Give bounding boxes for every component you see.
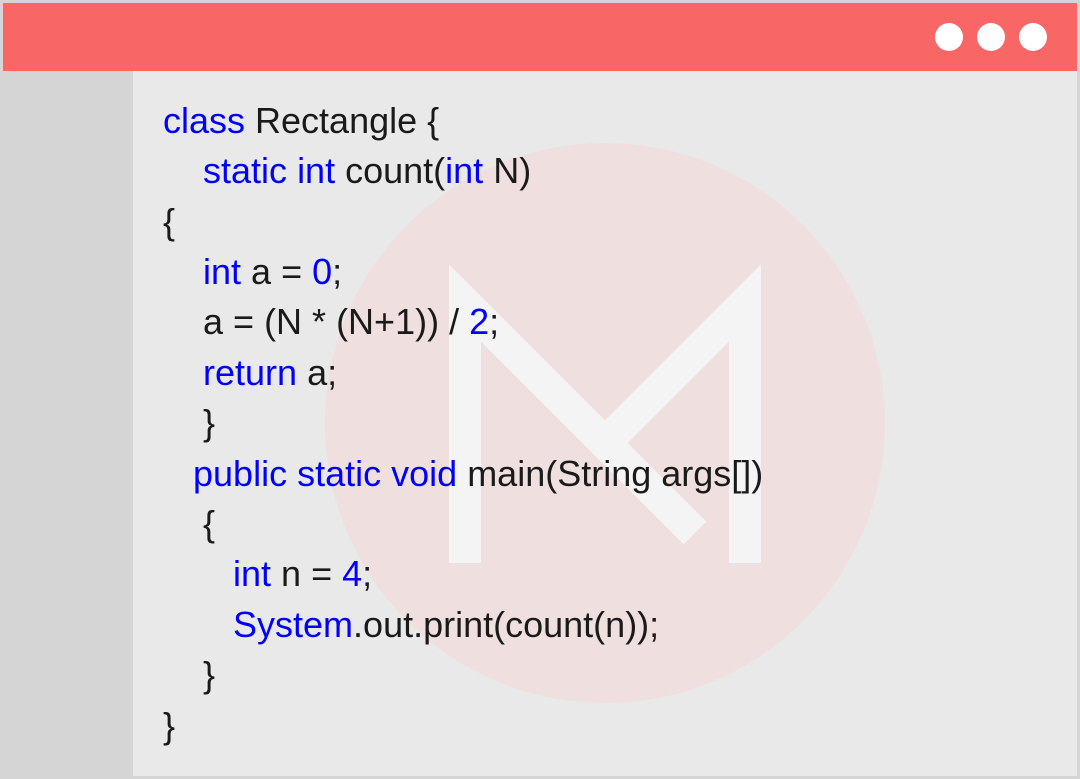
code-content: class Rectangle { static int count(int N… <box>163 96 1047 751</box>
code-line: int n = 4; <box>163 549 1047 599</box>
code-window: class Rectangle { static int count(int N… <box>0 0 1080 779</box>
window-control-min[interactable] <box>935 23 963 51</box>
editor-body: class Rectangle { static int count(int N… <box>3 71 1077 776</box>
code-line: } <box>163 650 1047 700</box>
code-line: System.out.print(count(n)); <box>163 600 1047 650</box>
code-line: { <box>163 197 1047 247</box>
line-gutter <box>3 71 133 776</box>
code-area: class Rectangle { static int count(int N… <box>133 71 1077 776</box>
code-line: } <box>163 701 1047 751</box>
code-line: { <box>163 499 1047 549</box>
window-control-max[interactable] <box>977 23 1005 51</box>
code-line: int a = 0; <box>163 247 1047 297</box>
code-line: public static void main(String args[]) <box>163 449 1047 499</box>
window-control-close[interactable] <box>1019 23 1047 51</box>
code-line: class Rectangle { <box>163 96 1047 146</box>
code-line: } <box>163 398 1047 448</box>
titlebar <box>3 3 1077 71</box>
code-line: return a; <box>163 348 1047 398</box>
code-line: static int count(int N) <box>163 146 1047 196</box>
code-line: a = (N * (N+1)) / 2; <box>163 297 1047 347</box>
